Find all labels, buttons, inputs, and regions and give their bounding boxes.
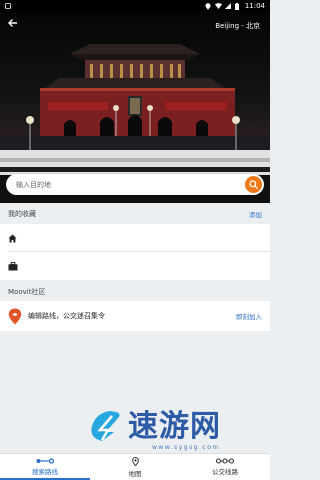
community-row[interactable]: 编辑路线，公交迷召集令 即刻加入 (0, 301, 270, 331)
join-now-button[interactable]: 即刻加入 (236, 311, 262, 321)
battery-icon (234, 3, 241, 10)
work-icon (8, 261, 18, 270)
search-icon (249, 180, 258, 189)
watermark-logo: 速游网 www.sygsg.com (88, 409, 221, 451)
search-button[interactable] (245, 176, 262, 193)
route-icon (36, 458, 54, 464)
destination-search-input[interactable]: 输入目的地 (16, 180, 245, 190)
nav-tab-map[interactable]: 地图 (90, 454, 180, 480)
watermark-bolt-icon (91, 411, 120, 444)
home-icon (8, 234, 17, 242)
add-favorite-button[interactable]: 添加 (249, 209, 262, 219)
community-title: Moovit社区 (8, 288, 46, 296)
transit-lines-icon (216, 458, 234, 464)
signal-icon (224, 3, 231, 9)
notification-icon (5, 3, 11, 9)
back-button[interactable] (8, 18, 26, 34)
nav-label: 公交线路 (212, 468, 238, 476)
wifi-icon (214, 3, 222, 9)
nav-tab-route-search[interactable]: 搜索路线 (0, 454, 90, 480)
favorites-header: 我的收藏 添加 (0, 204, 270, 224)
community-text: 编辑路线，公交迷召集令 (28, 312, 105, 320)
status-icons: 11:04 (205, 2, 265, 10)
community-header: Moovit社区 (0, 282, 270, 302)
favorites-title: 我的收藏 (8, 210, 36, 218)
arrow-left-icon (8, 19, 17, 27)
status-bar: 11:04 (0, 0, 270, 12)
nav-label: 搜索路线 (32, 468, 58, 476)
favorite-work-row[interactable] (0, 252, 270, 280)
status-time: 11:04 (244, 2, 265, 10)
nav-tab-transit-lines[interactable]: 公交线路 (180, 454, 270, 480)
watermark-url: www.sygsg.com (152, 444, 220, 451)
community-badge-icon (8, 308, 22, 324)
bottom-navigation: 搜索路线 地图 公交线路 (0, 453, 270, 480)
nav-label: 地图 (128, 469, 142, 478)
favorite-home-row[interactable] (0, 224, 270, 252)
destination-search[interactable]: 输入目的地 (6, 174, 264, 195)
city-selector[interactable]: Beijing - 北京 (215, 21, 260, 31)
location-icon (205, 3, 211, 10)
map-pin-icon (131, 456, 139, 466)
watermark-text: 速游网 (128, 409, 221, 444)
